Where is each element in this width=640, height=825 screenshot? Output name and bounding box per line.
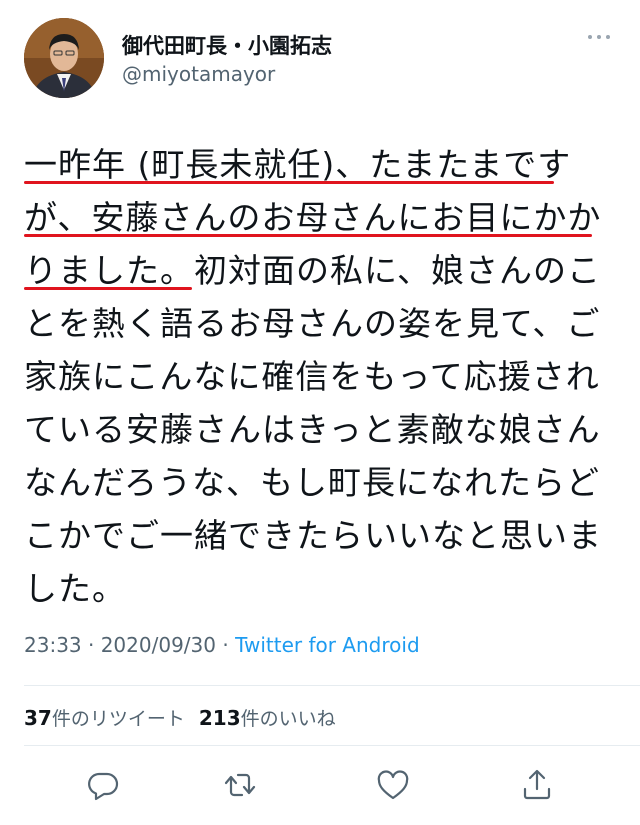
- divider: [24, 745, 640, 746]
- retweets-stat[interactable]: 37件のリツイート: [24, 706, 185, 730]
- retweet-icon[interactable]: [220, 765, 260, 805]
- action-bar: [0, 755, 640, 811]
- tweet-text-line: とを熱く語るお母さんの姿を見て、ご: [24, 304, 601, 343]
- highlight-underline: [24, 181, 554, 184]
- retweet-count: 37: [24, 706, 52, 730]
- highlight-underline: [24, 234, 592, 237]
- like-label: 件のいいね: [240, 708, 336, 730]
- like-count: 213: [198, 706, 241, 730]
- author-handle[interactable]: @miyotamayor: [122, 62, 275, 86]
- author-name[interactable]: 御代田町長・小園拓志: [122, 30, 332, 60]
- tweet-text-line: なんだろうな、もし町長になれたらど: [24, 463, 601, 502]
- share-icon[interactable]: [517, 765, 557, 805]
- reply-icon[interactable]: [83, 765, 123, 805]
- engagement-stats: 37件のリツイート 213件のいいね: [24, 704, 336, 731]
- tweet-text-line: 家族にこんなに確信をもって応援され: [24, 357, 600, 396]
- source-link[interactable]: Twitter for Android: [235, 633, 420, 657]
- tweet-text-line: ている安藤さんはきっと素敵な娘さん: [24, 410, 601, 449]
- heart-icon[interactable]: [373, 765, 413, 805]
- more-horizontal-icon[interactable]: [588, 30, 614, 44]
- retweet-label: 件のリツイート: [51, 708, 185, 730]
- timestamp[interactable]: 23:33 · 2020/09/30 ·: [24, 633, 235, 657]
- tweet-text-line: こかでご一緒できたらいいなと思いま: [24, 516, 602, 555]
- avatar[interactable]: [24, 18, 104, 98]
- tweet-header: 御代田町長・小園拓志 @miyotamayor: [0, 0, 640, 110]
- likes-stat[interactable]: 213件のいいね: [198, 706, 336, 730]
- tweet-meta: 23:33 · 2020/09/30 · Twitter for Android: [24, 633, 420, 657]
- divider: [24, 685, 640, 686]
- highlight-underline: [24, 287, 192, 290]
- tweet-text: 一昨年 (町長未就任)、たまたまです が、安藤さんのお母さんにお目にかか りまし…: [24, 138, 624, 615]
- tweet-text-line: した。: [24, 569, 126, 608]
